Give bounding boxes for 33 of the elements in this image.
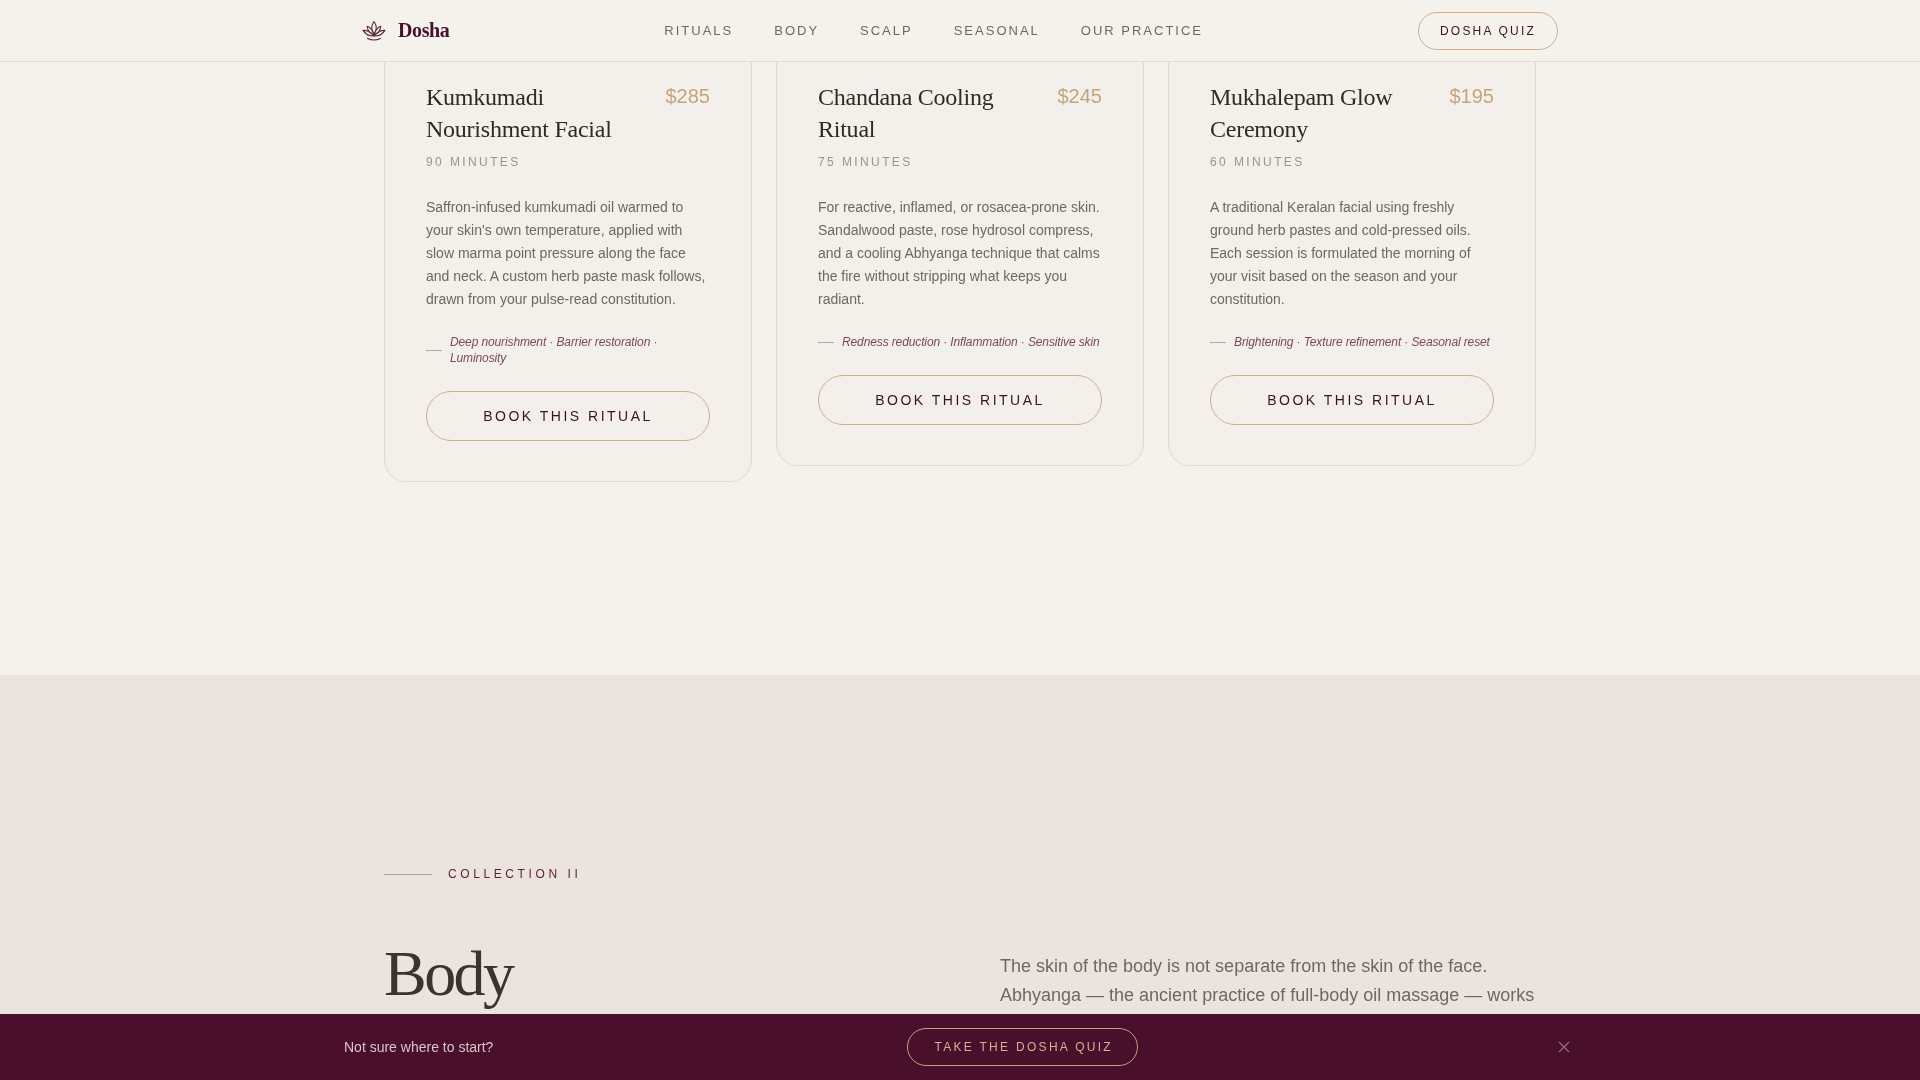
ritual-description: A traditional Keralan facial using freshly ground herb pastes and cold-pressed oils. Each session is formulated the morning of your visit based on the season and your constitution. <box>1210 198 1472 309</box>
ritual-duration: 75 MINUTES <box>818 154 914 170</box>
ritual-description: Saffron-infused kumkumadi oil warmed to your skin's own temperature, applied with slow marma point pressure along the face and neck. A custom herb paste mask follows, drawn from your pulse-read constitution. <box>426 198 707 309</box>
lotus-icon <box>362 19 386 42</box>
ritual-duration: 90 MINUTES <box>426 154 522 170</box>
close-icon <box>1558 1041 1570 1053</box>
ritual-benefits: Redness reduction · Inflammation · Sensitive skin <box>842 334 1100 350</box>
nav-link[interactable]: OUR PRACTICE <box>1080 23 1204 38</box>
accent-line <box>1210 341 1226 343</box>
collection-label: COLLECTION II <box>448 866 582 882</box>
ritual-price: $285 <box>665 84 710 109</box>
ritual-benefits: Deep nourishment · Barrier restoration · Luminosity <box>450 334 659 366</box>
accent-line <box>384 873 432 875</box>
collection-intro: The skin of the body is not separate from the skin of the face. Abhyanga — the ancient practice of full-body oil massage — works <box>1000 955 1536 1007</box>
nav-link[interactable]: RITUALS <box>664 23 734 38</box>
book-ritual-button[interactable]: BOOK THIS RITUAL <box>1210 375 1494 425</box>
ritual-title: Mukhalepam Glow Ceremony <box>1210 83 1394 144</box>
ritual-title: Kumkumadi Nourishment Facial <box>426 83 613 144</box>
nav-link[interactable]: SEASONAL <box>953 23 1040 38</box>
nav-link[interactable]: BODY <box>774 23 820 38</box>
accent-line <box>426 349 442 351</box>
book-ritual-button[interactable]: BOOK THIS RITUAL <box>818 375 1102 425</box>
book-ritual-button[interactable]: BOOK THIS RITUAL <box>426 391 710 441</box>
ritual-price: $245 <box>1057 84 1102 109</box>
quiz-prompt: Not sure where to start? <box>344 1039 494 1055</box>
ritual-description: For reactive, inflamed, or rosacea-prone skin. Sandalwood paste, rose hydrosol compress, and a cooling Abhyanga technique that calms the fire without stripping what keeps you radiant. <box>818 198 1101 309</box>
accent-line <box>818 341 834 343</box>
ritual-duration: 60 MINUTES <box>1210 154 1306 170</box>
brand-link[interactable]: Dosha <box>362 19 450 42</box>
nav-link[interactable]: SCALP <box>860 23 913 38</box>
ritual-title: Chandana Cooling Ritual <box>818 83 995 144</box>
ritual-benefits: Brightening · Texture refinement · Seasonal reset <box>1234 334 1490 350</box>
ritual-price: $195 <box>1449 84 1494 109</box>
